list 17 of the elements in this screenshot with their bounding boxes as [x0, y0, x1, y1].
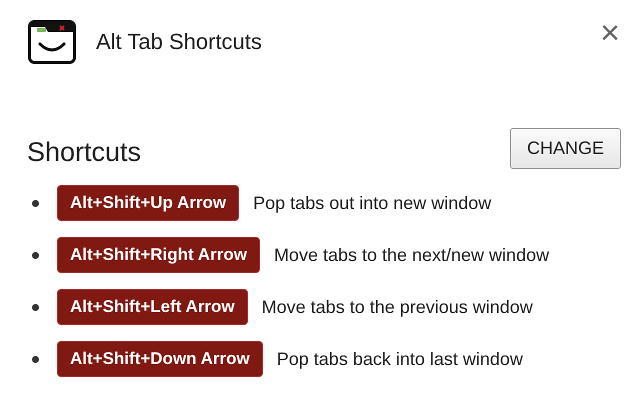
app-logo-icon — [28, 20, 76, 64]
shortcut-description: Move tabs to the previous window — [262, 296, 533, 318]
shortcut-description: Move tabs to the next/new window — [274, 244, 550, 266]
app-title: Alt Tab Shortcuts — [96, 29, 263, 55]
change-button[interactable]: CHANGE — [510, 128, 621, 169]
close-button[interactable]: × — [600, 16, 620, 50]
shortcut-description: Pop tabs out into new window — [253, 192, 492, 214]
section-heading: Shortcuts — [27, 137, 142, 168]
bullet-icon — [32, 304, 39, 310]
bullet-icon — [32, 356, 39, 362]
bullet-icon — [32, 200, 39, 206]
shortcut-description: Pop tabs back into last window — [276, 348, 523, 370]
bullet-icon — [32, 252, 39, 258]
shortcut-keys: Alt+Shift+Up Arrow — [57, 185, 240, 221]
shortcut-keys: Alt+Shift+Left Arrow — [57, 289, 248, 325]
shortcut-keys: Alt+Shift+Right Arrow — [57, 237, 260, 273]
shortcut-keys: Alt+Shift+Down Arrow — [57, 341, 263, 377]
